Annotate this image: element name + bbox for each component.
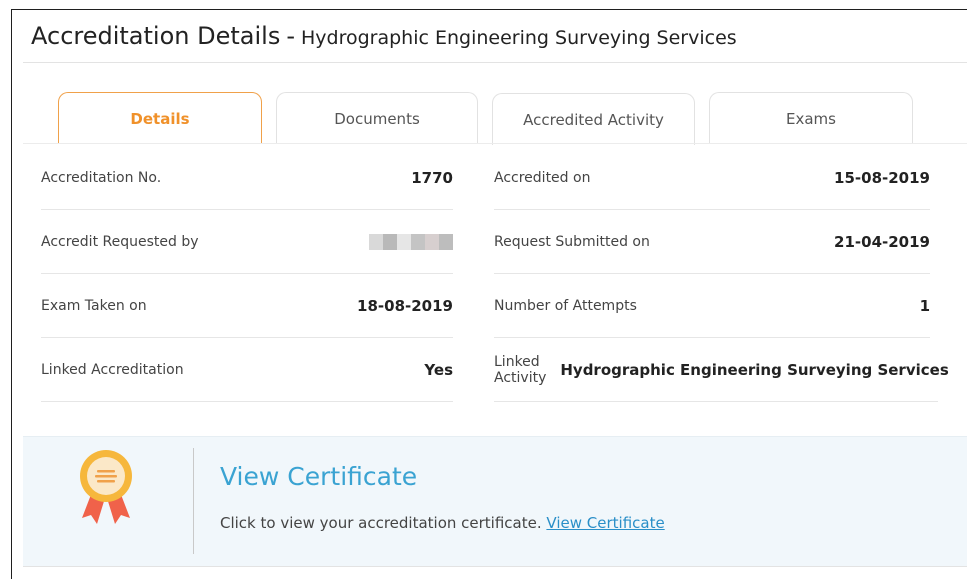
certificate-description: Click to view your accreditation certifi… xyxy=(220,514,665,532)
detail-value: 15-08-2019 xyxy=(834,168,930,187)
certificate-divider xyxy=(193,448,194,554)
detail-row-exam-taken-on: Exam Taken on 18-08-2019 xyxy=(41,274,453,338)
tab-details[interactable]: Details xyxy=(58,92,262,144)
tab-documents-label: Documents xyxy=(334,109,420,128)
tabs-divider xyxy=(23,143,967,144)
detail-label: Number of Attempts xyxy=(494,297,637,314)
detail-label: Request Submitted on xyxy=(494,233,650,250)
redacted-name xyxy=(369,233,453,250)
detail-row-accredit-requested-by: Accredit Requested by xyxy=(41,210,453,274)
detail-label: Accreditation No. xyxy=(41,169,162,186)
tab-exams[interactable]: Exams xyxy=(709,92,913,144)
page-title: Accreditation Details - Hydrographic Engin… xyxy=(31,22,737,50)
detail-label: Accredited on xyxy=(494,169,591,186)
tab-accredited-activity[interactable]: Accredited Activity xyxy=(492,93,695,145)
certificate-panel xyxy=(23,436,967,567)
page-title-main: Accreditation Details xyxy=(31,22,281,50)
tab-exams-label: Exams xyxy=(786,109,836,128)
page-subtitle: Hydrographic Engineering Surveying Servi… xyxy=(301,27,737,49)
detail-label: Accredit Requested by xyxy=(41,233,199,250)
detail-row-linked-activity: Linked Activity Hydrographic Engineering… xyxy=(494,338,949,402)
detail-row-request-submitted-on: Request Submitted on 21-04-2019 xyxy=(494,210,930,274)
tab-documents[interactable]: Documents xyxy=(276,92,478,144)
detail-row-accreditation-no: Accreditation No. 1770 xyxy=(41,146,453,210)
detail-value: 1 xyxy=(919,296,930,315)
detail-label: Exam Taken on xyxy=(41,297,147,314)
detail-value: 18-08-2019 xyxy=(357,296,453,315)
detail-row-linked-accreditation: Linked Accreditation Yes xyxy=(41,338,453,402)
title-separator: - xyxy=(286,22,295,50)
title-divider xyxy=(23,62,967,63)
detail-label: Linked Activity xyxy=(494,353,547,386)
detail-row-number-of-attempts: Number of Attempts 1 xyxy=(494,274,930,338)
view-certificate-link[interactable]: View Certificate xyxy=(546,514,664,532)
tab-accredited-activity-label: Accredited Activity xyxy=(523,110,664,129)
detail-value: 1770 xyxy=(411,168,453,187)
tab-details-label: Details xyxy=(130,109,190,128)
bottom-divider xyxy=(23,566,967,567)
view-certificate-heading[interactable]: View Certificate xyxy=(220,462,417,491)
detail-value: Yes xyxy=(424,360,453,379)
detail-row-accredited-on: Accredited on 15-08-2019 xyxy=(494,146,930,210)
detail-value: 21-04-2019 xyxy=(834,232,930,251)
award-ribbon-icon xyxy=(80,450,132,524)
detail-value: Hydrographic Engineering Surveying Servi… xyxy=(560,360,949,379)
detail-label: Linked Accreditation xyxy=(41,361,184,378)
certificate-description-text: Click to view your accreditation certifi… xyxy=(220,514,542,532)
